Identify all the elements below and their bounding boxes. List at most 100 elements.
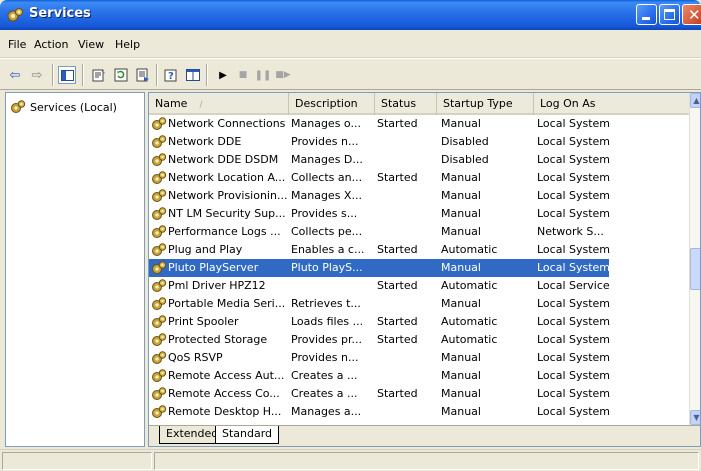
forward-arrow-icon[interactable]: ⇨ <box>28 66 46 84</box>
column-header-name[interactable]: Name / <box>149 93 289 115</box>
service-name-cell: Pml Driver HPZ12 <box>151 277 289 295</box>
service-status <box>377 133 437 151</box>
service-log-on-as: Local System <box>537 387 611 400</box>
service-name: Remote Access Aut... <box>168 369 285 382</box>
scroll-down-button[interactable]: ▼ <box>690 410 700 425</box>
tree-item-services-local[interactable]: Services (Local) <box>10 99 117 115</box>
service-row[interactable]: Network DDE Provides n... Disabled Local Sy… <box>149 133 610 151</box>
service-name: Network DDE <box>168 135 242 148</box>
service-gear-icon <box>152 297 167 310</box>
back-arrow-icon[interactable]: ⇦ <box>6 66 24 84</box>
menu-bar: File Action View Help <box>0 30 701 58</box>
service-gear-icon <box>152 261 167 274</box>
service-row[interactable]: Network Location A... Collects an... Start… <box>149 169 610 187</box>
menu-file[interactable]: File <box>8 38 26 51</box>
help-icon[interactable]: ? <box>162 66 180 84</box>
toolbar-separator <box>206 64 208 86</box>
service-status: Started <box>377 387 418 400</box>
service-log-on-as: Local System <box>537 369 611 382</box>
services-list-pane[interactable]: Name / Description Status Startup Type Lo… <box>148 92 701 447</box>
service-description: Provides pr... <box>291 333 362 346</box>
minimize-button[interactable] <box>636 4 657 25</box>
service-log-on-as: Local System <box>537 171 611 184</box>
service-row[interactable]: QoS RSVP Provides n... Manual Local System <box>149 349 610 367</box>
column-header-description[interactable]: Description <box>289 93 375 115</box>
service-log-on-as: Local System <box>537 297 611 310</box>
service-description: Manages o... <box>291 117 361 130</box>
stop-service-icon[interactable]: ■ <box>234 66 252 84</box>
services-gear-icon <box>7 8 23 22</box>
service-startup-type: Disabled <box>441 153 489 166</box>
service-status <box>377 403 437 421</box>
service-gear-icon <box>152 279 167 292</box>
service-status <box>377 205 437 223</box>
refresh-icon[interactable] <box>112 66 130 84</box>
service-name-cell: Remote Access Co... <box>151 385 289 403</box>
service-gear-icon <box>152 117 167 130</box>
service-status: Started <box>377 243 418 256</box>
service-name-cell: Performance Logs ... <box>151 223 289 241</box>
list-header: Name / Description Status Startup Type Lo… <box>149 93 689 115</box>
service-row[interactable]: Network DDE DSDM Manages D... Disabled Loca… <box>149 151 610 169</box>
service-row[interactable]: Performance Logs ... Collects pe... Manual… <box>149 223 609 241</box>
toolbar-separator <box>156 64 158 86</box>
column-header-status[interactable]: Status <box>375 93 437 115</box>
service-gear-icon <box>152 333 167 346</box>
show-hide-console-tree-icon[interactable] <box>58 66 76 84</box>
scroll-thumb[interactable] <box>690 248 700 290</box>
service-startup-type: Manual <box>441 369 481 382</box>
vertical-scrollbar[interactable]: ▲ ▼ <box>689 93 700 425</box>
service-name-cell: NT LM Security Sup... <box>151 205 289 223</box>
service-row[interactable]: Portable Media Seri... Retrieves t... Manu… <box>149 295 610 313</box>
service-startup-type: Automatic <box>441 333 498 346</box>
service-row[interactable]: Remote Access Co... Creates a ... Started M… <box>149 385 610 403</box>
service-status <box>377 349 437 367</box>
service-description: Pluto PlayS... <box>291 261 363 274</box>
service-startup-type: Automatic <box>441 279 498 292</box>
service-row[interactable]: Network Connections Manages o... Started Ma… <box>149 115 610 133</box>
service-log-on-as: Local System <box>537 333 611 346</box>
service-row[interactable]: Plug and Play Enables a c... Started Automa… <box>149 241 610 259</box>
properties-icon[interactable] <box>90 66 108 84</box>
service-name-cell: Remote Desktop H... <box>151 403 289 421</box>
menu-help[interactable]: Help <box>115 38 140 51</box>
status-cell <box>154 452 699 470</box>
service-name-cell: Plug and Play <box>151 241 289 259</box>
service-name: Pml Driver HPZ12 <box>168 279 266 292</box>
tab-standard[interactable]: Standard <box>215 426 280 444</box>
extended-view-icon[interactable] <box>184 66 202 84</box>
maximize-button[interactable] <box>659 4 680 25</box>
service-row[interactable]: Remote Desktop H... Manages a... Manual Loc… <box>149 403 610 421</box>
service-row[interactable]: Print Spooler Loads files ... Started Autom… <box>149 313 610 331</box>
service-name-cell: Portable Media Seri... <box>151 295 289 313</box>
service-row[interactable]: NT LM Security Sup... Provides s... Manual… <box>149 205 610 223</box>
service-row[interactable]: Remote Access Aut... Creates a ... Manual L… <box>149 367 610 385</box>
service-status: Started <box>377 171 418 184</box>
service-description: Retrieves t... <box>291 297 361 310</box>
close-button[interactable]: ✕ <box>682 4 701 25</box>
service-gear-icon <box>152 225 167 238</box>
menu-view[interactable]: View <box>78 38 104 51</box>
export-list-icon[interactable] <box>134 66 152 84</box>
service-startup-type: Automatic <box>441 315 498 328</box>
service-name: Performance Logs ... <box>168 225 281 238</box>
service-gear-icon <box>152 351 167 364</box>
column-header-startup-type[interactable]: Startup Type <box>437 93 534 115</box>
service-status <box>377 223 437 241</box>
service-description: Manages D... <box>291 153 363 166</box>
service-row[interactable]: Network Provisionin... Manages X... Manual… <box>149 187 610 205</box>
service-status: Started <box>377 117 418 130</box>
console-tree-pane[interactable]: Services (Local) <box>5 92 145 447</box>
service-row[interactable]: Protected Storage Provides pr... Started Au… <box>149 331 610 349</box>
service-row[interactable]: Pluto PlayServer Pluto PlayS... Manual Loca… <box>149 259 610 277</box>
service-name-cell: Network Connections <box>151 115 289 133</box>
pause-service-icon[interactable]: ❚❚ <box>254 66 272 84</box>
title-bar[interactable]: Services ✕ <box>0 0 701 30</box>
scroll-up-button[interactable]: ▲ <box>690 93 700 108</box>
menu-action[interactable]: Action <box>34 38 68 51</box>
column-header-log-on-as[interactable]: Log On As <box>534 93 689 115</box>
start-service-icon[interactable]: ▶ <box>214 66 232 84</box>
service-row[interactable]: Pml Driver HPZ12 Started Automatic Local Se… <box>149 277 610 295</box>
restart-service-icon[interactable]: ■▶ <box>274 66 292 84</box>
toolbar-separator <box>82 64 84 86</box>
